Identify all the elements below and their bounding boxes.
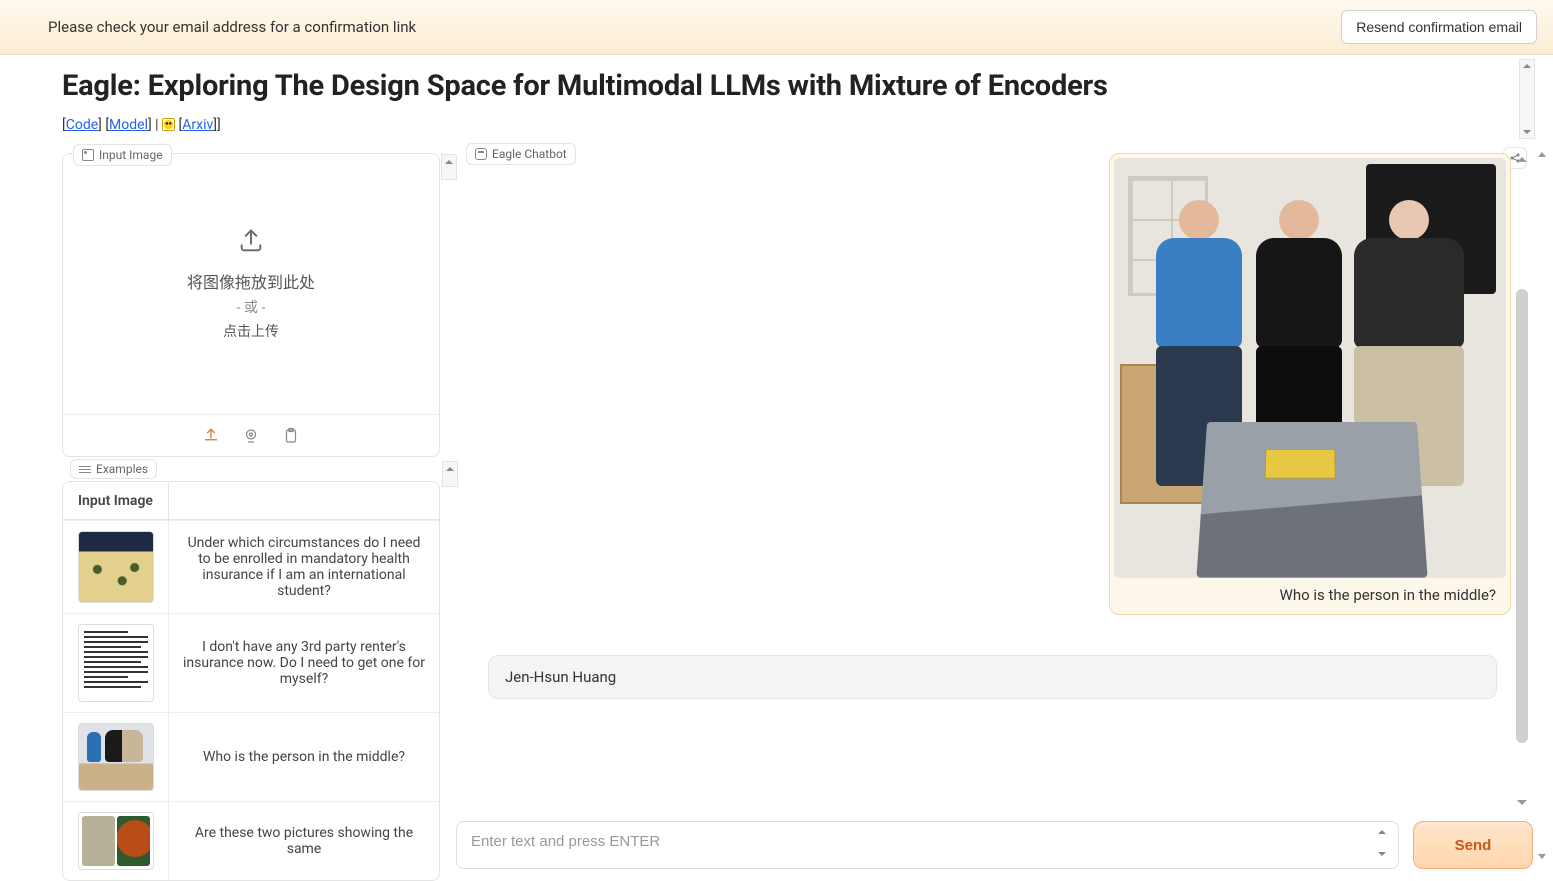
example-thumb-document [78,624,154,702]
examples-panel: Examples Input Image Under which circums… [62,469,440,869]
example-thumb [63,614,169,712]
confirmation-banner: Please check your email address for a co… [0,0,1553,55]
examples-header-row: Input Image [63,482,439,520]
chat-input-container[interactable] [456,821,1399,869]
webcam-icon[interactable] [242,427,260,445]
assistant-message-text: Jen-Hsun Huang [505,668,616,686]
textarea-resize-icon[interactable] [1376,828,1390,858]
input-image-collapse-toggle[interactable] [441,154,457,180]
chat-scrollbar[interactable] [1513,153,1533,809]
huggingface-icon [162,118,175,131]
input-image-panel: Input Image 将图像拖放到此处 - 或 - 点击上传 [62,153,440,457]
chat-scrollbar-thumb[interactable] [1516,289,1528,743]
examples-header-image: Input Image [63,482,169,520]
send-button[interactable]: Send [1413,821,1533,869]
example-thumb [63,521,169,613]
paste-clipboard-icon[interactable] [282,427,300,445]
example-row[interactable]: Who is the person in the middle? [63,712,439,801]
chatbot-panel: Eagle Chatbot [456,153,1533,809]
example-question: Under which circumstances do I need to b… [169,521,439,613]
example-thumb-pair [78,812,154,870]
upload-line2: - 或 - [237,297,266,317]
chat-input-row: Send [456,821,1533,869]
example-thumb [63,802,169,880]
resend-confirmation-button[interactable]: Resend confirmation email [1341,10,1537,44]
user-message: Who is the person in the middle? [1109,153,1511,615]
link-model[interactable]: Model [109,117,148,133]
example-thumb [63,713,169,801]
example-row[interactable]: I don't have any 3rd party renter's insu… [63,613,439,712]
user-uploaded-image[interactable] [1114,158,1506,578]
example-row[interactable]: Under which circumstances do I need to b… [63,520,439,613]
upload-toolbar [63,414,439,456]
example-thumb-map [78,531,154,603]
image-icon [82,149,94,161]
upload-line1: 将图像拖放到此处 [187,269,315,293]
link-arxiv[interactable]: Arxiv [182,117,213,133]
examples-header-question [169,482,439,520]
example-question: Who is the person in the middle? [169,713,439,801]
list-icon [79,466,91,473]
chat-text-input[interactable] [471,822,1372,860]
chat-scroll-area[interactable]: Who is the person in the middle? Jen-Hsu… [456,153,1511,809]
input-image-label-text: Input Image [99,148,163,162]
upload-line3: 点击上传 [223,321,279,341]
page-title: Eagle: Exploring The Design Space for Mu… [62,69,1505,103]
user-message-text: Who is the person in the middle? [1114,578,1506,604]
examples-label: Examples [70,459,157,479]
input-image-label: Input Image [73,144,172,166]
example-thumb-people [78,723,154,791]
examples-label-text: Examples [96,462,148,476]
header-links: [Code] [Model] | [Arxiv]] [62,117,1505,133]
example-row[interactable]: Are these two pictures showing the same [63,801,439,880]
header: Eagle: Exploring The Design Space for Mu… [0,55,1553,145]
banner-text: Please check your email address for a co… [48,18,416,36]
header-scrollbar[interactable] [1519,59,1535,139]
upload-icon [237,227,265,255]
upload-file-icon[interactable] [202,427,220,445]
link-code[interactable]: Code [66,117,98,133]
example-question: I don't have any 3rd party renter's insu… [169,614,439,712]
example-question: Are these two pictures showing the same [169,802,439,880]
image-upload-dropzone[interactable]: 将图像拖放到此处 - 或 - 点击上传 [63,154,439,414]
assistant-message: Jen-Hsun Huang [488,655,1497,699]
page-scrollbar[interactable] [1535,150,1551,861]
